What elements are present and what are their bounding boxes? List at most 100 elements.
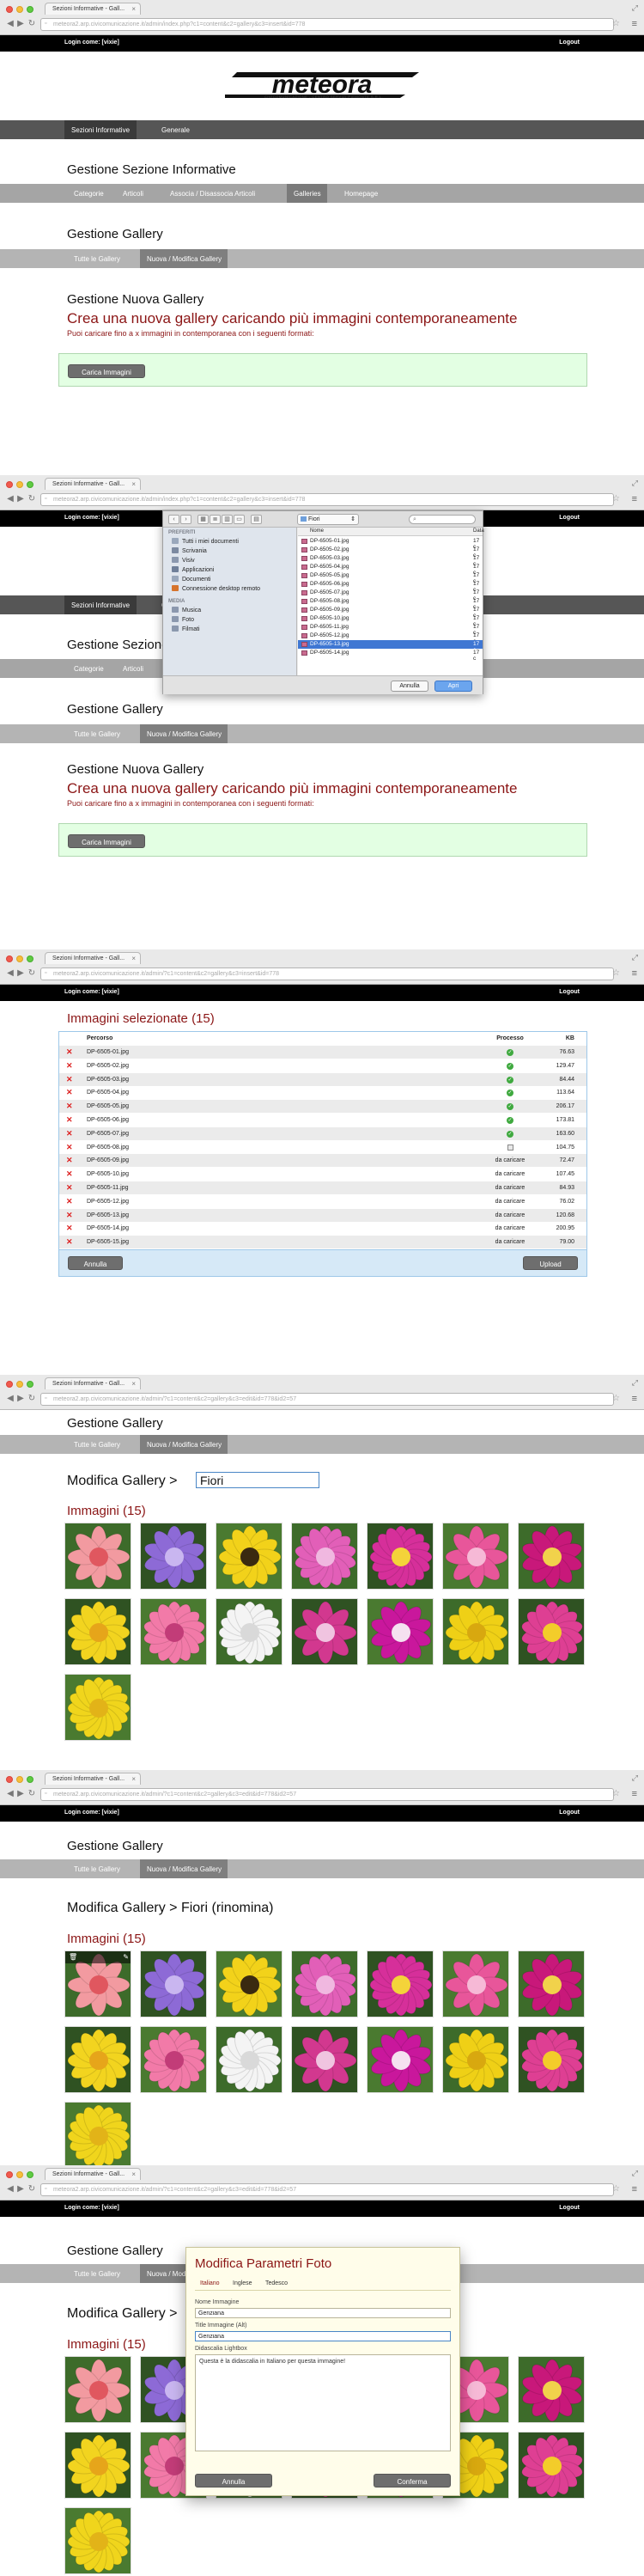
coverflow-view-icon[interactable]: ▭: [234, 515, 245, 524]
tab-close-icon[interactable]: ×: [131, 480, 136, 488]
back-arrow-icon[interactable]: ◀: [5, 1790, 15, 1798]
resize-icon[interactable]: ⤢: [632, 1378, 638, 1388]
reload-icon[interactable]: ↻: [27, 969, 37, 978]
gallery-thumbnail[interactable]: [216, 1523, 283, 1590]
remove-x-icon[interactable]: ✕: [66, 1224, 73, 1233]
back-arrow-icon[interactable]: ◀: [5, 969, 15, 978]
folder-selector[interactable]: Fiori ⇕: [297, 514, 359, 525]
gallery-thumbnail[interactable]: [64, 2102, 131, 2165]
gallery-thumbnail[interactable]: [216, 1950, 283, 2017]
gallery-thumbnail[interactable]: [518, 1598, 585, 1665]
reload-icon[interactable]: ↻: [27, 495, 37, 504]
browser-tab[interactable]: Sezioni Informative - Gall... ×: [45, 1377, 141, 1389]
zoom-window-button[interactable]: [27, 481, 33, 488]
file-row[interactable]: DP-6505-07.jpg 17 c: [298, 589, 483, 601]
close-window-button[interactable]: [6, 955, 13, 962]
remove-x-icon[interactable]: ✕: [66, 1143, 73, 1152]
close-window-button[interactable]: [6, 1381, 13, 1388]
star-icon[interactable]: ☆: [612, 968, 620, 978]
star-icon[interactable]: ☆: [612, 2184, 620, 2194]
minimize-window-button[interactable]: [16, 955, 23, 962]
browser-tab[interactable]: Sezioni Informative - Gall... ×: [45, 3, 141, 15]
resize-icon[interactable]: ⤢: [632, 953, 638, 962]
nav-generale[interactable]: Generale: [155, 120, 197, 139]
sidebar-item-remote-desktop[interactable]: Connessione desktop remoto: [172, 585, 260, 592]
gallery-thumbnail[interactable]: [367, 1598, 434, 1665]
tab-inglese[interactable]: Inglese: [233, 2280, 252, 2286]
nav-galleries[interactable]: Galleries: [287, 184, 327, 203]
arrange-icon[interactable]: ▤: [251, 515, 262, 524]
gallery-thumbnail[interactable]: [518, 1523, 585, 1590]
nav-categorie[interactable]: Categorie: [67, 659, 110, 678]
zoom-window-button[interactable]: [27, 6, 33, 13]
tab-tutte-le-gallery[interactable]: Tutte le Gallery: [67, 249, 126, 268]
logout-link[interactable]: Logout: [559, 2205, 580, 2211]
tab-italiano[interactable]: Italiano: [200, 2280, 220, 2286]
file-row[interactable]: DP-6505-08.jpg 17 c: [298, 597, 483, 610]
gallery-name-input[interactable]: [196, 1472, 319, 1488]
forward-arrow-icon[interactable]: ▶: [15, 495, 26, 504]
back-arrow-icon[interactable]: ◀: [5, 495, 15, 504]
gallery-thumbnail[interactable]: 🗑 ✎: [64, 1950, 131, 2017]
remove-x-icon[interactable]: ✕: [66, 1061, 73, 1071]
tab-nuova-modifica-gallery[interactable]: Nuova / Modifica Gallery: [140, 1859, 228, 1878]
hamburger-menu-icon[interactable]: ≡: [632, 1789, 637, 1799]
gallery-thumbnail[interactable]: [518, 2432, 585, 2499]
address-bar[interactable]: ▫ meteora2.arp.civicomunicazione.it/admin…: [40, 18, 614, 31]
close-window-button[interactable]: [6, 6, 13, 13]
resize-icon[interactable]: ⤢: [632, 3, 638, 13]
file-row[interactable]: DP-6505-11.jpg 17 c: [298, 623, 483, 636]
address-bar[interactable]: ▫ meteora2.arp.civicomunicazione.it/admin…: [40, 1788, 614, 1801]
file-row[interactable]: DP-6505-06.jpg 17 c: [298, 580, 483, 593]
address-bar[interactable]: ▫ meteora2.arp.civicomunicazione.it/admin…: [40, 968, 614, 980]
tab-tutte-le-gallery[interactable]: Tutte le Gallery: [67, 1859, 126, 1878]
gallery-thumbnail[interactable]: [518, 2356, 585, 2423]
close-window-button[interactable]: [6, 1776, 13, 1783]
back-arrow-icon[interactable]: ‹: [168, 515, 179, 524]
gallery-thumbnail[interactable]: [518, 2026, 585, 2093]
star-icon[interactable]: ☆: [612, 1394, 620, 1403]
gallery-thumbnail[interactable]: [64, 2507, 131, 2574]
logout-link[interactable]: Logout: [559, 515, 580, 521]
remove-x-icon[interactable]: ✕: [66, 1047, 73, 1057]
nav-categorie[interactable]: Categorie: [67, 184, 110, 203]
sidebar-item-desktop[interactable]: Scrivania: [172, 547, 207, 554]
gallery-thumbnail[interactable]: [64, 1674, 131, 1741]
gallery-thumbnail[interactable]: [140, 2026, 207, 2093]
forward-arrow-icon[interactable]: ›: [180, 515, 191, 524]
remove-x-icon[interactable]: ✕: [66, 1129, 73, 1138]
cancel-button[interactable]: Annulla: [195, 2474, 272, 2487]
gallery-thumbnail[interactable]: [64, 2026, 131, 2093]
cancel-upload-button[interactable]: Annulla: [68, 1256, 123, 1270]
browser-tab[interactable]: Sezioni Informative - Gall... ×: [45, 478, 141, 490]
hamburger-menu-icon[interactable]: ≡: [632, 494, 637, 504]
trash-icon[interactable]: 🗑: [69, 1953, 77, 1961]
reload-icon[interactable]: ↻: [27, 2185, 37, 2194]
reload-icon[interactable]: ↻: [27, 1395, 37, 1403]
remove-x-icon[interactable]: ✕: [66, 1115, 73, 1125]
file-row[interactable]: DP-6505-13.jpg 17 c: [298, 640, 483, 653]
file-row[interactable]: DP-6505-10.jpg 17 c: [298, 614, 483, 627]
tab-nuova-modifica-gallery[interactable]: Nuova / Modifica Gallery: [140, 1435, 228, 1454]
address-bar[interactable]: ▫ meteora2.arp.civicomunicazione.it/admin…: [40, 493, 614, 506]
zoom-window-button[interactable]: [27, 1381, 33, 1388]
gallery-thumbnail[interactable]: [216, 1598, 283, 1665]
remove-x-icon[interactable]: ✕: [66, 1075, 73, 1084]
gallery-thumbnail[interactable]: [518, 1950, 585, 2017]
sidebar-item-applications[interactable]: Applicazioni: [172, 566, 214, 573]
forward-arrow-icon[interactable]: ▶: [15, 1395, 26, 1403]
hamburger-menu-icon[interactable]: ≡: [632, 19, 637, 29]
resize-icon[interactable]: ⤢: [632, 479, 638, 488]
hamburger-menu-icon[interactable]: ≡: [632, 2184, 637, 2194]
address-bar[interactable]: ▫ meteora2.arp.civicomunicazione.it/admin…: [40, 1393, 614, 1406]
gallery-thumbnail[interactable]: [367, 1523, 434, 1590]
browser-tab[interactable]: Sezioni Informative - Gall... ×: [45, 1773, 141, 1785]
sidebar-item-music[interactable]: Musica: [172, 607, 201, 613]
minimize-window-button[interactable]: [16, 1381, 23, 1388]
gallery-thumbnail[interactable]: [367, 2026, 434, 2093]
gallery-thumbnail[interactable]: [216, 2026, 283, 2093]
hamburger-menu-icon[interactable]: ≡: [632, 968, 637, 979]
upload-button[interactable]: Upload: [523, 1256, 578, 1270]
resize-icon[interactable]: ⤢: [632, 2169, 638, 2178]
gallery-thumbnail[interactable]: [367, 1950, 434, 2017]
